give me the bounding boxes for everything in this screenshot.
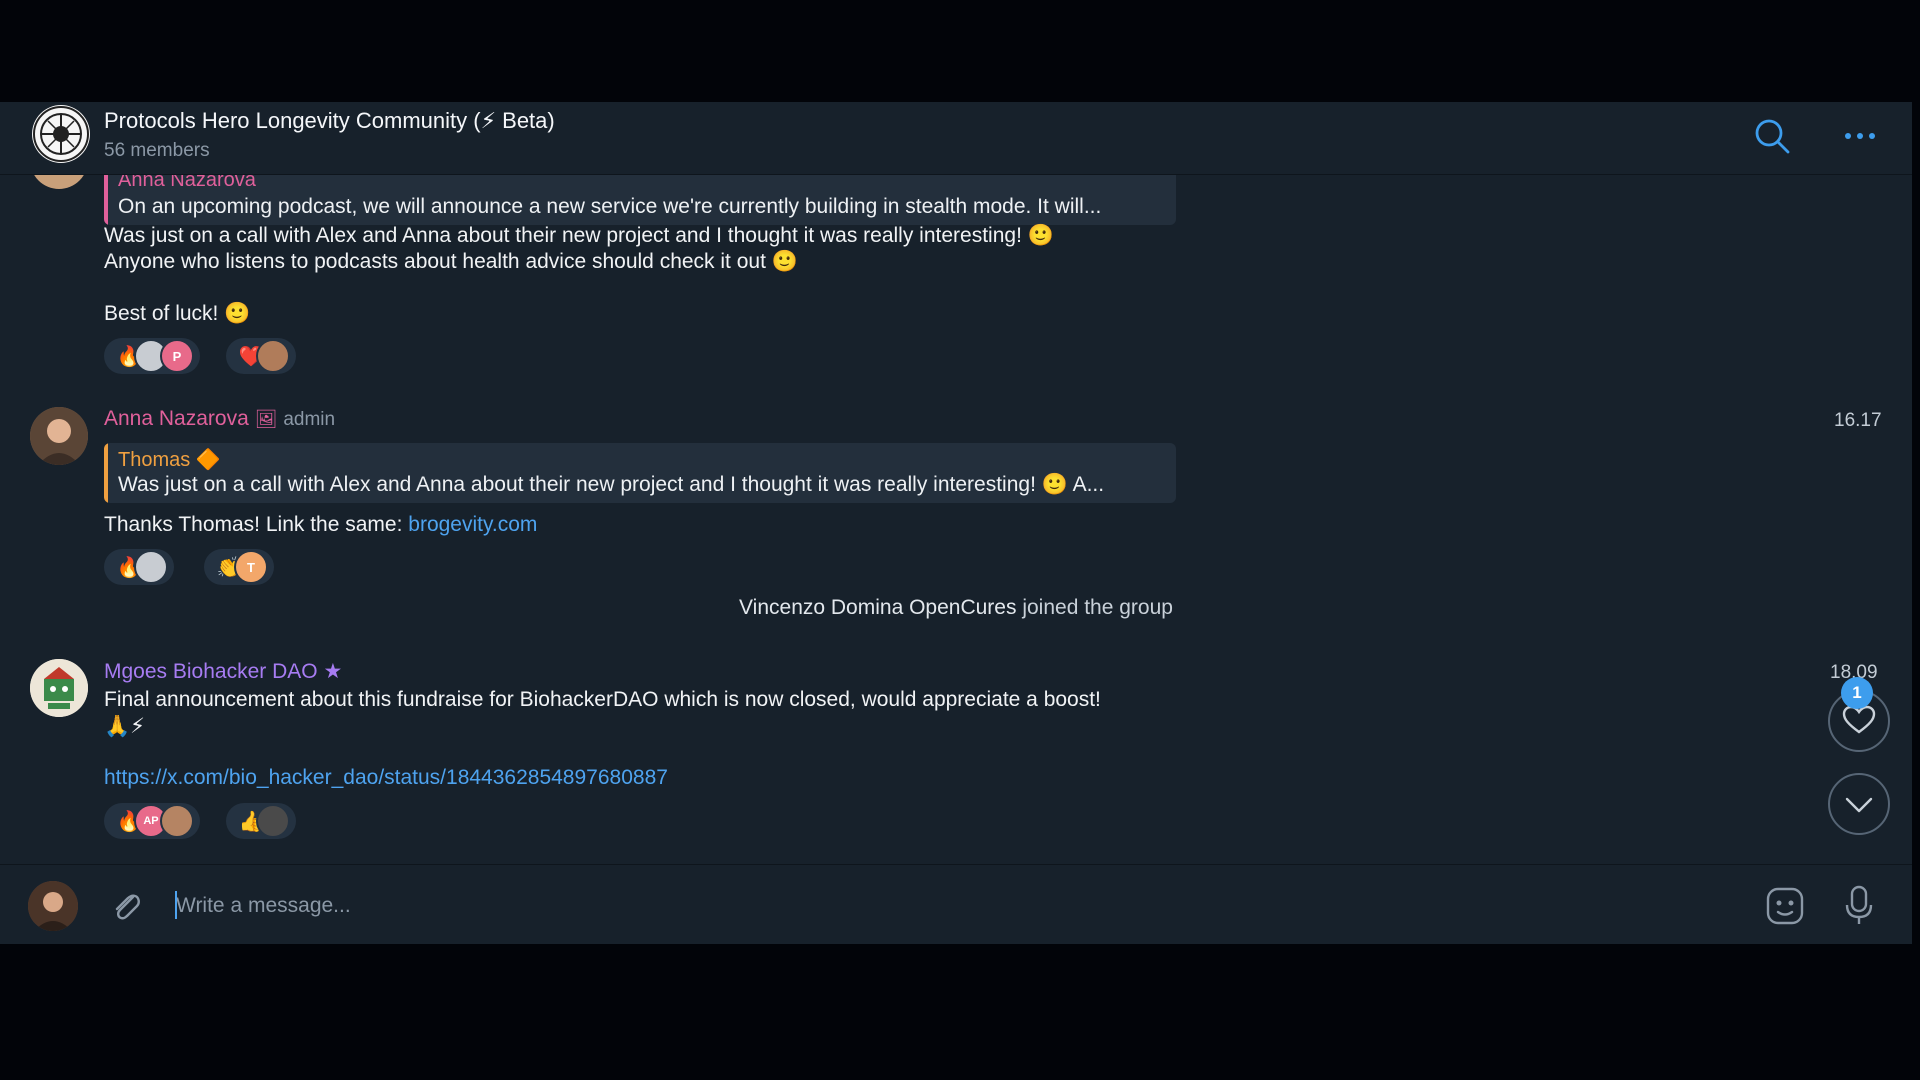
reactor-avatar: P [160,339,194,373]
reaction-clap[interactable]: 👏 T [204,549,274,585]
message-text: Final announcement about this fundraise … [104,688,1101,711]
group-title[interactable]: Protocols Hero Longevity Community (⚡ Be… [104,108,555,134]
quote-bar [104,443,108,503]
microphone-icon[interactable] [1838,883,1880,927]
message-link[interactable]: brogevity.com [408,513,537,536]
avatar[interactable] [30,407,88,465]
service-message: Vincenzo Domina OpenCures joined the gro… [0,596,1912,620]
chat-window: Protocols Hero Longevity Community (⚡ Be… [0,102,1912,944]
author-name: Mgoes Biohacker DAO [104,660,318,683]
reply-quote[interactable]: Thomas 🔶 Was just on a call with Alex an… [104,443,1176,503]
group-logo-icon [33,106,89,162]
reply-quote[interactable]: Anna Nazarova On an upcoming podcast, we… [104,175,1176,225]
star-badge-icon: ★ [323,660,343,683]
quote-text: Was just on a call with Alex and Anna ab… [118,473,1105,496]
send-as-avatar[interactable] [28,881,78,931]
author-name: Anna Nazarova [104,407,249,430]
quote-author: Thomas 🔶 [118,449,221,471]
dao-logo-icon [30,659,88,717]
message-time: 16.17 [1834,410,1882,431]
message-author[interactable]: Mgoes Biohacker DAO ★ [104,659,342,684]
quote-bar [104,175,108,225]
message-text: Anyone who listens to podcasts about hea… [104,250,798,273]
person-avatar-icon [30,407,88,465]
scroll-down-button[interactable] [1828,773,1890,835]
reaction-thumbs-up[interactable]: 👍 [226,803,296,839]
message-author[interactable]: Anna Nazarova 🖼 admin [104,407,335,431]
reaction-fire[interactable]: 🔥 P [104,338,200,374]
admin-badge-icon: 🖼 [254,409,278,429]
reactor-avatar: T [234,550,268,584]
reaction-heart[interactable]: ❤️ [226,338,296,374]
sticker-icon[interactable] [1764,885,1806,927]
attach-icon[interactable] [106,885,146,925]
member-count: 56 members [104,140,210,161]
message-text: Thanks Thomas! Link the same: brogevity.… [104,513,537,537]
more-icon[interactable] [1840,116,1880,156]
quote-author: Anna Nazarova [118,175,256,191]
message-list[interactable]: Anna Nazarova On an upcoming podcast, we… [0,175,1912,865]
message-text: Best of luck! 🙂 [104,302,251,325]
reactor-avatar [134,550,168,584]
chevron-down-icon [1845,797,1873,813]
message-input[interactable] [174,887,1678,925]
group-avatar[interactable] [32,105,90,163]
message-text: 🙏⚡ [104,715,145,738]
message-composer [0,864,1912,944]
unread-reactions-badge: 1 [1841,677,1873,709]
person-avatar-icon [28,881,78,931]
reaction-fire[interactable]: 🔥 [104,549,174,585]
message-text: Was just on a call with Alex and Anna ab… [104,224,1054,247]
quote-text: On an upcoming podcast, we will announce… [118,195,1102,218]
avatar[interactable] [30,175,88,189]
author-role: admin [283,409,336,430]
reactor-avatar [256,339,290,373]
message-link[interactable]: https://x.com/bio_hacker_dao/status/1844… [104,766,668,790]
text-caret [175,891,177,919]
chat-header[interactable]: Protocols Hero Longevity Community (⚡ Be… [0,102,1912,175]
reactor-avatar [256,804,290,838]
message-text-prefix: Thanks Thomas! Link the same: [104,513,409,536]
service-user[interactable]: Vincenzo Domina OpenCures [739,596,1016,619]
service-action: joined the group [1016,596,1173,619]
search-icon[interactable] [1752,116,1792,156]
avatar[interactable] [30,659,88,717]
reactor-avatar [160,804,194,838]
reaction-fire[interactable]: 🔥 AP [104,803,200,839]
